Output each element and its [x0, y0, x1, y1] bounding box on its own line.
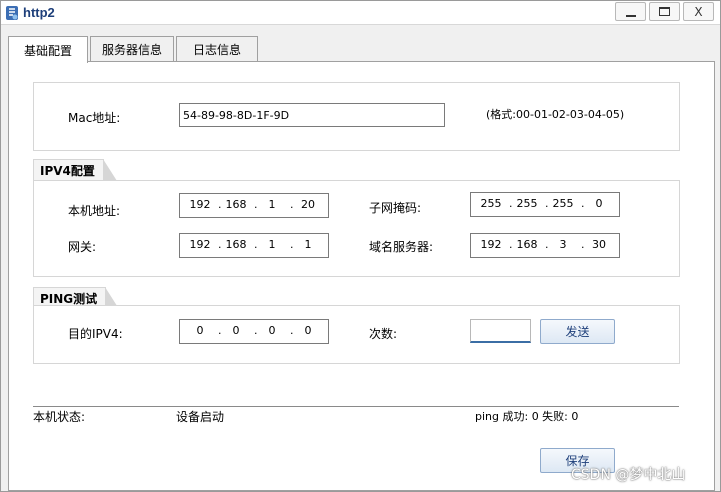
ping-count-label: 次数: [369, 327, 398, 341]
ip-dot: . [509, 238, 513, 251]
ping-target-input[interactable]: 0 . 0 . 0 . 0 [179, 319, 329, 344]
ip-octet: 1 [268, 238, 276, 251]
ip-octet: 168 [225, 238, 247, 251]
status-value: 设备启动 [176, 410, 225, 424]
app-icon [6, 6, 18, 20]
ip-octet: 255 [480, 197, 502, 210]
mac-label: Mac地址: [68, 111, 121, 125]
mac-format-hint: (格式:00-01-02-03-04-05) [486, 108, 625, 121]
ping-result-text: ping 成功: 0 失败: 0 [475, 410, 579, 423]
ip-octet: 192 [189, 198, 211, 211]
ip-octet: 0 [268, 324, 276, 337]
ip-dot: . [290, 238, 294, 251]
title-bar[interactable]: http2 X [1, 1, 720, 25]
ip-octet: 168 [516, 238, 538, 251]
gateway-label: 网关: [68, 240, 97, 254]
mac-address-input[interactable]: 54-89-98-8D-1F-9D [179, 103, 445, 127]
ip-dot: . [218, 198, 222, 211]
ip-dot: . [545, 238, 549, 251]
window-title: http2 [23, 5, 55, 20]
send-button-label: 发送 [565, 325, 590, 339]
tab-server-info[interactable]: 服务器信息 [90, 36, 174, 62]
app-window: http2 X 基础配置 服务器信息 日志信息 Mac地址: 54-89-98-… [0, 0, 721, 492]
ip-dot: . [218, 238, 222, 251]
ipv4-section-title-text: IPV4配置 [40, 164, 95, 178]
ip-dot: . [545, 197, 549, 210]
ip-dot: . [254, 238, 258, 251]
ip-octet: 192 [480, 238, 502, 251]
close-icon: X [694, 4, 703, 19]
watermark: CSDN @梦中北山 [571, 467, 686, 483]
ip-dot: . [290, 198, 294, 211]
dns-server-label: 域名服务器: [369, 240, 434, 254]
ip-octet: 168 [225, 198, 247, 211]
close-button[interactable]: X [683, 2, 714, 21]
ip-dot: . [290, 324, 294, 337]
ping-count-input[interactable] [470, 319, 531, 343]
ip-dot: . [218, 324, 222, 337]
status-label: 本机状态: [33, 410, 86, 424]
ip-dot: . [581, 197, 585, 210]
ipv4-section-title: IPV4配置 [33, 159, 117, 181]
ip-dot: . [581, 238, 585, 251]
ip-octet: 0 [595, 197, 603, 210]
status-divider [33, 406, 679, 407]
tab-basic-config[interactable]: 基础配置 [8, 36, 88, 63]
tab-label: 基础配置 [23, 43, 72, 58]
tab-log-info[interactable]: 日志信息 [176, 36, 258, 62]
ip-octet: 1 [304, 238, 312, 251]
minimize-icon [625, 14, 636, 17]
local-ip-label: 本机地址: [68, 204, 121, 218]
ip-octet: 192 [189, 238, 211, 251]
ping-target-label: 目的IPV4: [68, 327, 123, 341]
ip-octet: 0 [196, 324, 204, 337]
ip-octet: 1 [268, 198, 276, 211]
mac-address-value: 54-89-98-8D-1F-9D [183, 108, 290, 122]
tab-label: 服务器信息 [101, 43, 162, 57]
ip-octet: 255 [516, 197, 538, 210]
tab-label: 日志信息 [192, 43, 241, 57]
maximize-button[interactable] [649, 2, 680, 21]
subnet-mask-label: 子网掩码: [369, 201, 422, 215]
ip-octet: 0 [304, 324, 312, 337]
minimize-button[interactable] [615, 2, 646, 21]
ip-octet: 0 [232, 324, 240, 337]
gateway-input[interactable]: 192 . 168 . 1 . 1 [179, 233, 329, 258]
send-button[interactable]: 发送 [540, 319, 615, 344]
maximize-icon [659, 7, 670, 16]
local-ip-input[interactable]: 192 . 168 . 1 . 20 [179, 193, 329, 218]
ip-octet: 255 [552, 197, 574, 210]
ip-dot: . [254, 198, 258, 211]
ip-octet: 30 [592, 238, 606, 251]
ip-dot: . [509, 197, 513, 210]
ip-dot: . [254, 324, 258, 337]
ip-octet: 20 [301, 198, 315, 211]
dns-server-input[interactable]: 192 . 168 . 3 . 30 [470, 233, 620, 258]
ip-octet: 3 [559, 238, 567, 251]
subnet-mask-input[interactable]: 255 . 255 . 255 . 0 [470, 192, 620, 217]
